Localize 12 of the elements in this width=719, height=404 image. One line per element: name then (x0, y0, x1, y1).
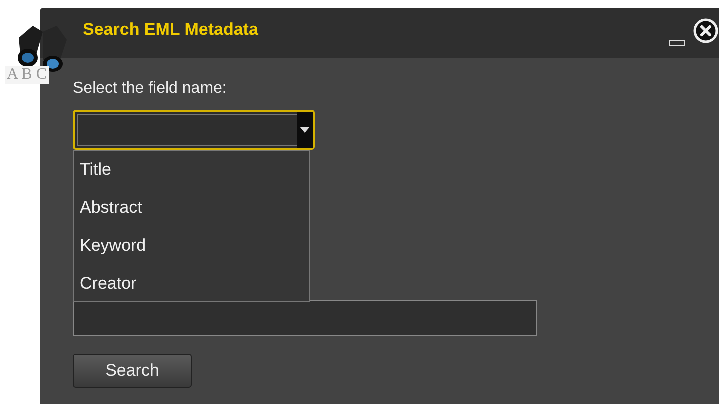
dropdown-option[interactable]: Keyword (74, 233, 309, 271)
field-name-combobox[interactable] (73, 110, 315, 150)
dropdown-option[interactable]: Title (74, 157, 309, 195)
field-label: Select the field name: (73, 80, 227, 99)
logo-caption: A B C (5, 66, 50, 84)
minimize-icon[interactable] (669, 40, 685, 46)
dropdown-option[interactable]: Creator (74, 271, 309, 309)
close-icon[interactable] (693, 18, 719, 44)
dropdown-option[interactable]: Abstract (74, 195, 309, 233)
window-title: Search EML Metadata (83, 20, 258, 40)
search-button[interactable]: Search (73, 354, 192, 388)
keyword-field[interactable] (73, 300, 537, 336)
